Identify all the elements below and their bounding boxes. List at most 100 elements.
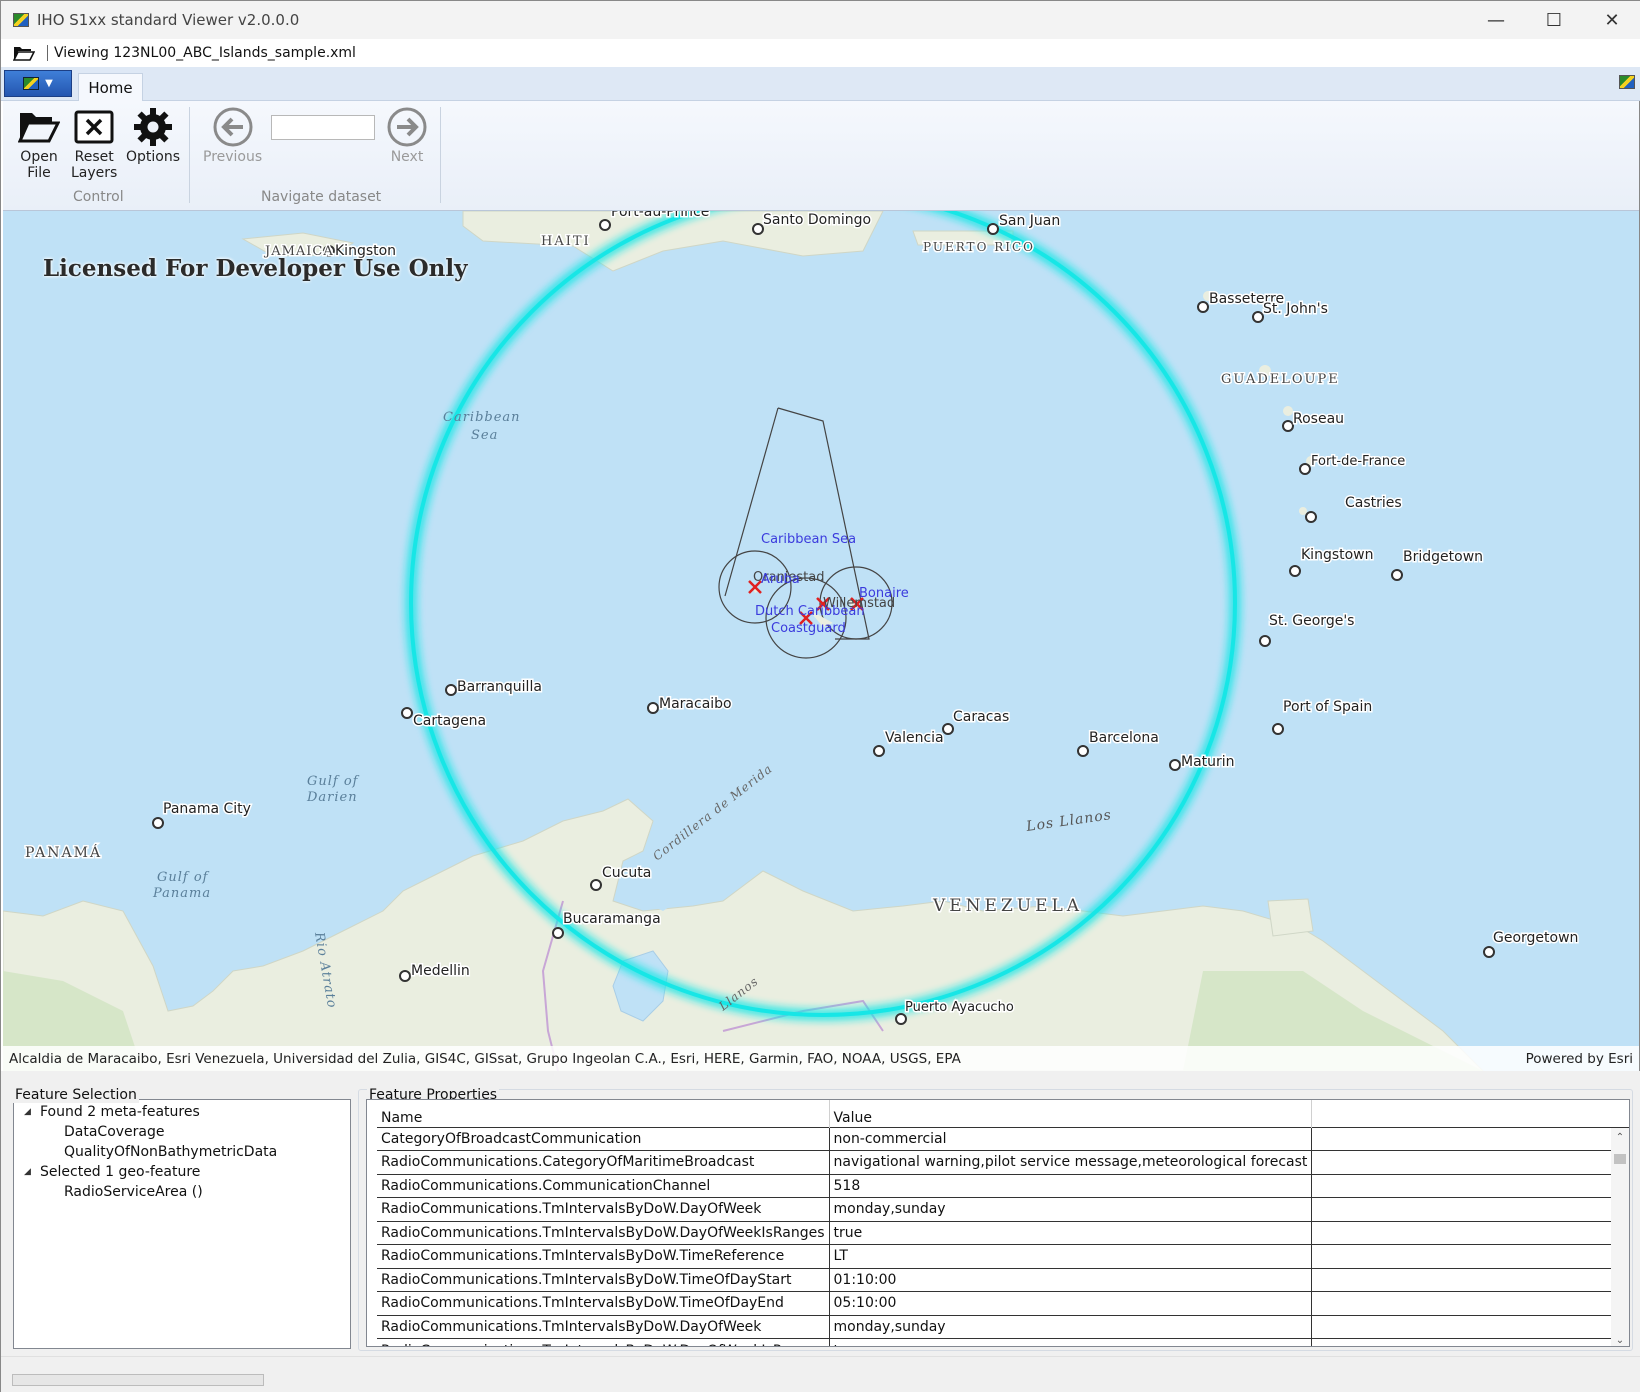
- title-bar: IHO S1xx standard Viewer v2.0.0.0 — ☐ ✕: [1, 1, 1640, 39]
- cell-name: RadioCommunications.TmIntervalsByDoW.Tim…: [377, 1267, 830, 1292]
- tree-node-meta[interactable]: ◢ Found 2 meta-features: [24, 1104, 200, 1120]
- options-button[interactable]: Options: [126, 105, 180, 165]
- cell-name: RadioCommunications.TmIntervalsByDoW.Tim…: [377, 1244, 830, 1268]
- tree-item[interactable]: DataCoverage: [64, 1124, 165, 1140]
- chevron-down-icon: ▼: [45, 78, 53, 89]
- vertical-scrollbar[interactable]: ⌃ ⌄: [1611, 1128, 1629, 1346]
- properties-body: CategoryOfBroadcastCommunication non-comm…: [377, 1126, 1629, 1346]
- bottom-panels: ◢ Found 2 meta-features DataCoverage Qua…: [1, 1071, 1640, 1356]
- cell-value: 518: [829, 1173, 1313, 1198]
- cell-filler: [1311, 1314, 1629, 1339]
- map-view[interactable]: Port-au-Prince Santo Domingo San Juan Ki…: [3, 211, 1639, 1071]
- table-row[interactable]: CategoryOfBroadcastCommunication non-comm…: [377, 1126, 1629, 1151]
- dataset-navigation-input[interactable]: [271, 115, 375, 140]
- table-row[interactable]: RadioCommunications.CategoryOfMaritimeBr…: [377, 1150, 1629, 1174]
- tab-home[interactable]: Home: [78, 73, 143, 102]
- table-header-row: Name Value: [377, 1100, 1629, 1127]
- previous-label: Previous: [203, 149, 263, 165]
- application-menu-button[interactable]: ▼: [4, 70, 72, 97]
- cell-filler: [1311, 1220, 1629, 1245]
- tree-node-geo[interactable]: ◢ Selected 1 geo-feature: [24, 1164, 200, 1180]
- next-button[interactable]: Next: [385, 105, 429, 165]
- maximize-button[interactable]: ☐: [1525, 1, 1583, 39]
- tree-item-label: RadioServiceArea (): [64, 1184, 203, 1200]
- expanded-triangle-icon[interactable]: ◢: [24, 1107, 40, 1117]
- cell-value: monday,sunday: [829, 1197, 1313, 1221]
- data-coverage-outline: [725, 408, 869, 639]
- scrollbar-thumb[interactable]: [1614, 1154, 1626, 1164]
- app-flag-icon: [13, 13, 29, 27]
- file-path-bar: Viewing 123NL00_ABC_Islands_sample.xml: [1, 39, 1640, 67]
- cell-name: CategoryOfBroadcastCommunication: [377, 1126, 830, 1151]
- land-trinidad: [1267, 898, 1314, 937]
- cell-name: RadioCommunications.CommunicationChannel: [377, 1173, 830, 1198]
- window-controls: — ☐ ✕: [1467, 1, 1640, 39]
- cell-value: true: [829, 1338, 1313, 1346]
- expanded-triangle-icon[interactable]: ◢: [24, 1167, 40, 1177]
- table-row[interactable]: RadioCommunications.CommunicationChannel…: [377, 1173, 1629, 1198]
- feature-selection-tree[interactable]: ◢ Found 2 meta-features DataCoverage Qua…: [13, 1099, 351, 1349]
- table-row[interactable]: RadioCommunications.TmIntervalsByDoW.Day…: [377, 1220, 1629, 1245]
- feature-properties-grid[interactable]: Name Value CategoryOfBroadcastCommunicat…: [366, 1099, 1630, 1347]
- close-button[interactable]: ✕: [1583, 1, 1640, 39]
- progress-bar: [12, 1374, 264, 1386]
- group-navigate-label: Navigate dataset: [261, 189, 382, 205]
- table-row[interactable]: RadioCommunications.TmIntervalsByDoW.Tim…: [377, 1244, 1629, 1268]
- table-row[interactable]: RadioCommunications.TmIntervalsByDoW.Day…: [377, 1197, 1629, 1221]
- gulf-venezuela: [633, 861, 693, 911]
- cell-filler: [1311, 1244, 1629, 1268]
- properties-table: Name Value CategoryOfBroadcastCommunicat…: [377, 1100, 1629, 1346]
- powered-by-esri-link[interactable]: Powered by Esri: [1526, 1051, 1633, 1067]
- table-row[interactable]: RadioCommunications.TmIntervalsByDoW.Tim…: [377, 1267, 1629, 1292]
- path-separator: [47, 45, 48, 61]
- tree-item-label: QualityOfNonBathymetricData: [64, 1144, 278, 1160]
- basemap: [3, 211, 1484, 1071]
- tree-node-label: Found 2 meta-features: [40, 1104, 200, 1120]
- help-flag-icon[interactable]: [1619, 75, 1635, 89]
- previous-button[interactable]: Previous: [203, 105, 262, 165]
- options-label: Options: [126, 149, 181, 165]
- tree-item-label: DataCoverage: [64, 1124, 165, 1140]
- open-file-label-2: File: [27, 165, 51, 181]
- application-window: IHO S1xx standard Viewer v2.0.0.0 — ☐ ✕ …: [0, 0, 1640, 1392]
- arrow-right-circle-icon: [385, 105, 429, 149]
- cell-name: RadioCommunications.TmIntervalsByDoW.Day…: [377, 1314, 830, 1339]
- table-row[interactable]: RadioCommunications.TmIntervalsByDoW.Day…: [377, 1338, 1629, 1346]
- table-row[interactable]: RadioCommunications.TmIntervalsByDoW.Tim…: [377, 1291, 1629, 1315]
- cell-name: RadioCommunications.TmIntervalsByDoW.Tim…: [377, 1291, 830, 1315]
- ribbon-group-divider: [189, 107, 190, 203]
- cell-filler: [1311, 1197, 1629, 1221]
- cell-value: navigational warning,pilot service messa…: [829, 1150, 1313, 1174]
- scroll-down-icon[interactable]: ⌄: [1611, 1335, 1629, 1346]
- table-row[interactable]: RadioCommunications.TmIntervalsByDoW.Day…: [377, 1314, 1629, 1339]
- cell-value: 01:10:00: [829, 1267, 1313, 1292]
- cell-filler: [1311, 1173, 1629, 1198]
- map-attribution-bar: Alcaldia de Maracaibo, Esri Venezuela, U…: [3, 1046, 1639, 1071]
- column-header-value[interactable]: Value: [829, 1100, 1313, 1127]
- open-folder-icon[interactable]: [12, 45, 36, 61]
- cell-filler: [1311, 1126, 1629, 1151]
- minimize-button[interactable]: —: [1467, 1, 1525, 39]
- tree-node-label: Selected 1 geo-feature: [40, 1164, 201, 1180]
- ribbon-tab-bar: ▼ Home: [1, 67, 1640, 102]
- reset-layers-label-2: Layers: [71, 165, 118, 181]
- tree-item[interactable]: QualityOfNonBathymetricData: [64, 1144, 277, 1160]
- tree-item[interactable]: RadioServiceArea (): [64, 1184, 203, 1200]
- column-header-filler: [1311, 1100, 1629, 1127]
- cell-name: RadioCommunications.CategoryOfMaritimeBr…: [377, 1150, 830, 1174]
- cell-filler: [1311, 1291, 1629, 1315]
- ribbon-panel: Open File Reset Layers Options Control P…: [3, 101, 1639, 211]
- data-coverage-boundary: [724, 407, 870, 640]
- window-title: IHO S1xx standard Viewer v2.0.0.0: [37, 11, 300, 29]
- open-file-button[interactable]: Open File: [17, 105, 61, 181]
- status-bar: [1, 1356, 1640, 1392]
- column-header-name[interactable]: Name: [377, 1100, 830, 1127]
- reset-layers-button[interactable]: Reset Layers: [71, 105, 117, 181]
- viewing-file-label: Viewing 123NL00_ABC_Islands_sample.xml: [54, 45, 356, 61]
- scroll-up-icon[interactable]: ⌃: [1611, 1132, 1629, 1143]
- cell-name: RadioCommunications.TmIntervalsByDoW.Day…: [377, 1338, 830, 1346]
- feature-selection-title: Feature Selection: [13, 1087, 139, 1103]
- reset-x-icon: [72, 105, 116, 149]
- cell-name: RadioCommunications.TmIntervalsByDoW.Day…: [377, 1220, 830, 1245]
- cell-value: non-commercial: [829, 1126, 1313, 1151]
